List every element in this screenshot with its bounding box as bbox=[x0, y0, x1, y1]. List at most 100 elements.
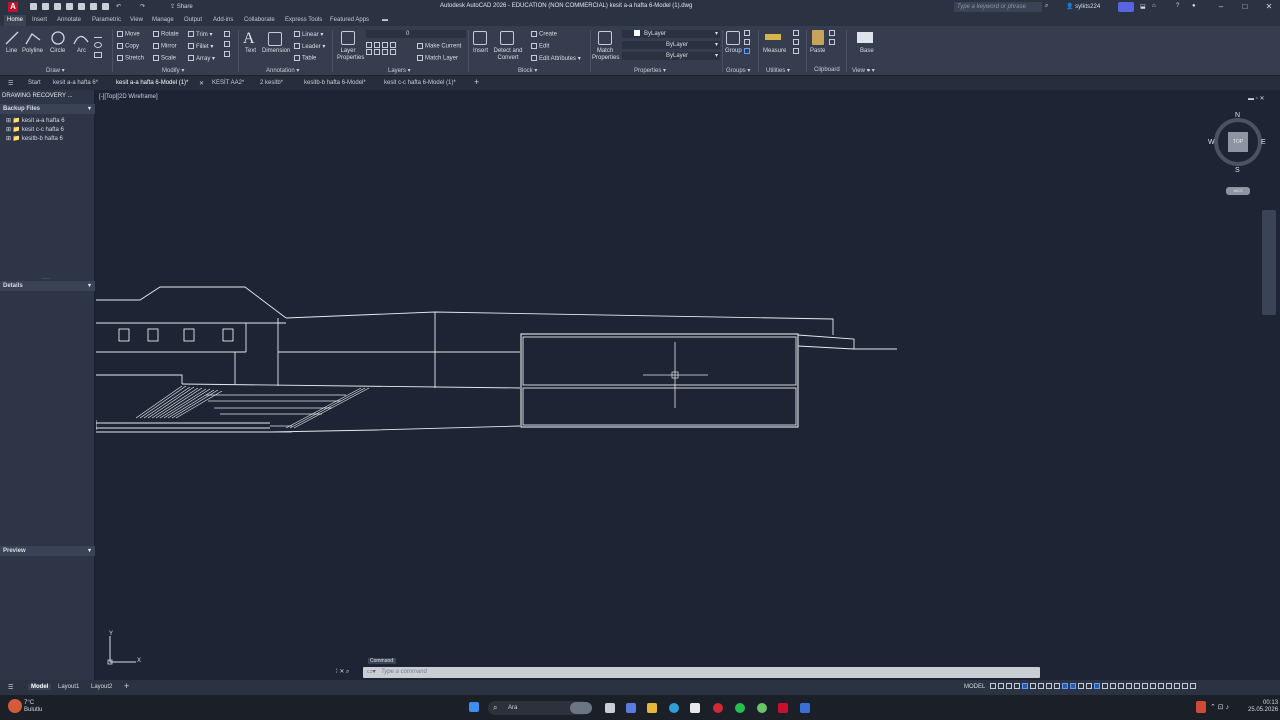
modify-panel-title[interactable]: Modify ▾ bbox=[162, 67, 184, 74]
match-properties-icon[interactable] bbox=[598, 31, 612, 45]
doc-tab[interactable]: 2 kesitb* bbox=[260, 80, 283, 86]
chatgpt-icon[interactable] bbox=[757, 703, 767, 713]
drawing-canvas[interactable]: [-][Top][2D Wireframe] ▬ ▫ ✕ Y X TOP N S… bbox=[96, 90, 1280, 680]
insert-button[interactable]: Insert bbox=[473, 48, 488, 54]
save-web-icon[interactable] bbox=[90, 3, 97, 10]
insert-icon[interactable] bbox=[473, 31, 487, 45]
tab-featured-apps[interactable]: Featured Apps bbox=[330, 17, 369, 23]
save-icon[interactable] bbox=[54, 3, 61, 10]
utility-tool-icons[interactable] bbox=[793, 30, 803, 62]
doc-tab[interactable]: KESİT AA2* bbox=[212, 80, 244, 86]
move-button[interactable]: Move bbox=[117, 31, 140, 38]
add-layout-icon[interactable]: + bbox=[124, 681, 129, 691]
groups-panel-title[interactable]: Groups ▾ bbox=[726, 67, 750, 74]
viewcube-top-face[interactable]: TOP bbox=[1228, 132, 1248, 152]
tab-overflow-icon[interactable]: ▬ bbox=[382, 17, 388, 23]
layout-tab-2[interactable]: Layout2 bbox=[91, 684, 112, 690]
task-view-icon[interactable] bbox=[605, 703, 615, 713]
autocad-taskbar-icon[interactable] bbox=[778, 703, 788, 713]
polyline-button[interactable]: Polyline bbox=[22, 48, 43, 54]
layers-panel-title[interactable]: Layers ▾ bbox=[388, 67, 411, 74]
cart-icon[interactable]: ⬓ bbox=[1140, 3, 1146, 10]
user-account[interactable]: 👤 sylkts224 bbox=[1066, 3, 1100, 10]
system-tray-icons[interactable]: ⌃ ⊡ ♪ bbox=[1210, 703, 1229, 711]
detect-convert-button[interactable]: Detect and Convert bbox=[493, 48, 523, 62]
linetype-dropdown[interactable]: ByLayer ▾ bbox=[622, 41, 720, 49]
plot-icon[interactable] bbox=[102, 3, 109, 10]
arc-button[interactable]: Arc bbox=[77, 48, 86, 54]
microphone-icon[interactable] bbox=[1196, 701, 1206, 713]
open-web-icon[interactable] bbox=[78, 3, 85, 10]
close-tab-icon[interactable]: ✕ bbox=[199, 80, 204, 87]
doc-tab-start[interactable]: Start bbox=[28, 80, 41, 86]
cloud-icon[interactable]: ● bbox=[1192, 3, 1196, 9]
save-as-icon[interactable] bbox=[66, 3, 73, 10]
edit-attributes-button[interactable]: Edit Attributes ▾ bbox=[531, 55, 581, 62]
edge-icon[interactable] bbox=[669, 703, 679, 713]
backup-file-item[interactable]: ⊞ 📁 kesit a-a hafta 6 bbox=[6, 117, 65, 124]
group-tool-icons[interactable] bbox=[744, 30, 754, 62]
whatsapp-icon[interactable] bbox=[735, 703, 745, 713]
group-button[interactable]: Group bbox=[725, 48, 742, 54]
wcs-menu[interactable]: WCS bbox=[1226, 187, 1250, 195]
dimension-icon[interactable] bbox=[268, 32, 282, 46]
layout-tab-1[interactable]: Layout1 bbox=[58, 684, 79, 690]
redo-icon[interactable]: ↷ bbox=[140, 3, 147, 10]
model-space-toggle[interactable]: MODEL bbox=[964, 684, 985, 690]
command-line-controls[interactable]: ⁞ ✕ ⌕ bbox=[336, 668, 349, 676]
group-icon[interactable] bbox=[726, 31, 740, 45]
weather-icon[interactable] bbox=[8, 699, 22, 713]
taskbar-search-icon[interactable]: ⌕ bbox=[493, 703, 497, 713]
leader-button[interactable]: Leader ▾ bbox=[294, 43, 325, 50]
share-button[interactable]: ⇪ Share bbox=[170, 3, 193, 10]
match-properties-button[interactable]: Match Properties bbox=[592, 48, 619, 62]
details-section[interactable]: Details ▾ bbox=[0, 281, 95, 291]
detect-convert-icon[interactable] bbox=[500, 31, 514, 45]
compass-north[interactable]: N bbox=[1235, 112, 1240, 119]
widgets-icon[interactable] bbox=[626, 703, 636, 713]
compass-south[interactable]: S bbox=[1235, 167, 1240, 174]
stretch-button[interactable]: Stretch bbox=[117, 55, 144, 62]
match-layer-button[interactable]: Match Layer bbox=[417, 55, 458, 62]
backup-file-item[interactable]: ⊞ 📁 kesit c-c hafta 6 bbox=[6, 126, 64, 133]
file-explorer-icon[interactable] bbox=[647, 703, 657, 713]
clipboard-tool-icons[interactable] bbox=[829, 30, 839, 62]
doc-tab[interactable]: kesitb-b hafta 6-Model* bbox=[304, 80, 366, 86]
compass-west[interactable]: W bbox=[1208, 139, 1215, 146]
viewcube[interactable]: TOP N S E W bbox=[1208, 112, 1268, 174]
weather-widget[interactable]: 7°C Bulutlu bbox=[24, 700, 42, 714]
fillet-button[interactable]: Fillet ▾ bbox=[188, 43, 213, 50]
menu-icon[interactable]: ☰ bbox=[8, 684, 13, 691]
notification-icon[interactable] bbox=[1118, 2, 1134, 12]
layer-properties-icon[interactable] bbox=[341, 31, 355, 45]
color-dropdown[interactable]: ByLayer ▾ bbox=[622, 30, 720, 38]
status-toggle-icons[interactable] bbox=[990, 683, 1275, 692]
taskbar-clock[interactable]: 00:13 25.05.2026 bbox=[1248, 700, 1278, 714]
preview-section[interactable]: Preview ▾ bbox=[0, 546, 95, 556]
help-icon[interactable]: ⌂ bbox=[1152, 3, 1156, 9]
copy-button[interactable]: Copy bbox=[117, 43, 139, 50]
text-icon[interactable]: A bbox=[243, 30, 255, 48]
view-panel-title[interactable]: View ▾ bbox=[852, 67, 870, 74]
layer-tool-icons[interactable] bbox=[366, 42, 416, 62]
tab-collaborate[interactable]: Collaborate bbox=[244, 17, 275, 23]
tab-addins[interactable]: Add-ins bbox=[213, 17, 233, 23]
windows-start-icon[interactable] bbox=[469, 702, 479, 712]
menu-icon[interactable]: ☰ bbox=[8, 80, 13, 87]
paste-icon[interactable] bbox=[812, 30, 824, 45]
clipboard-panel-title[interactable]: Clipboard bbox=[814, 67, 840, 73]
help-circle-icon[interactable]: ? bbox=[1176, 3, 1179, 9]
new-tab-icon[interactable]: + bbox=[474, 77, 479, 87]
paste-button[interactable]: Paste bbox=[810, 48, 825, 54]
trim-button[interactable]: Trim ▾ bbox=[188, 31, 212, 38]
base-view-icon[interactable] bbox=[857, 32, 873, 43]
compass-east[interactable]: E bbox=[1261, 139, 1266, 146]
mirror-button[interactable]: Mirror bbox=[153, 43, 177, 50]
doc-tab[interactable]: kesit a-a hafta 6* bbox=[53, 80, 98, 86]
opera-icon[interactable] bbox=[713, 703, 723, 713]
tab-annotate[interactable]: Annotate bbox=[57, 17, 81, 23]
search-icon[interactable]: ⌕ bbox=[1045, 3, 1048, 10]
backup-file-item[interactable]: ⊞ 📁 kesitb-b hafta 6 bbox=[6, 135, 63, 142]
table-button[interactable]: Table bbox=[294, 55, 316, 62]
scale-button[interactable]: Scale bbox=[153, 55, 176, 62]
